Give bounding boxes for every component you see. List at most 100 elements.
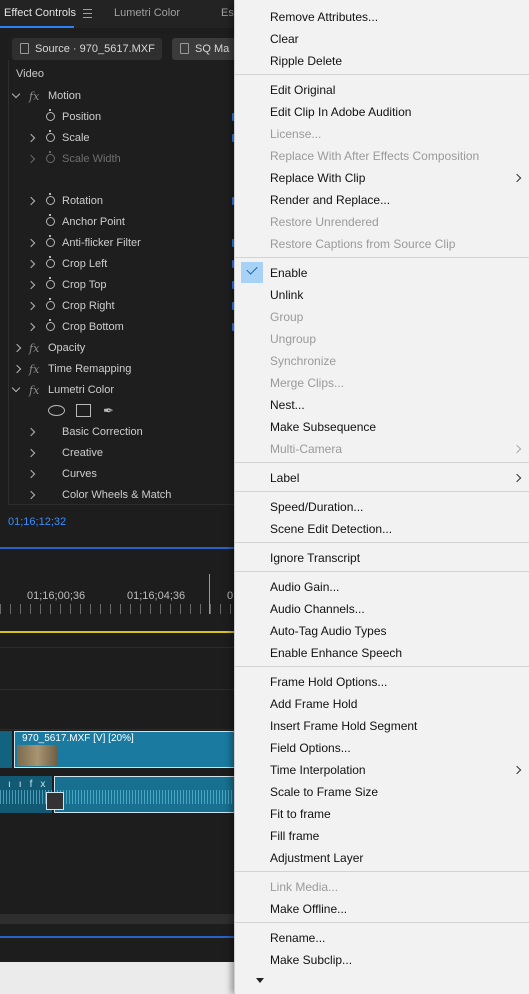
effect-lumetri-color[interactable]: fx Lumetri Color bbox=[8, 380, 234, 401]
timeline-scrollbar[interactable] bbox=[0, 914, 240, 924]
stopwatch-icon[interactable] bbox=[46, 319, 55, 331]
fx-icon[interactable]: fx bbox=[29, 338, 39, 359]
tab-lumetri-color[interactable]: Lumetri Color bbox=[114, 0, 180, 28]
menu-item-replace-with-clip[interactable]: Replace With Clip bbox=[235, 167, 529, 189]
menu-item-restore-captions: Restore Captions from Source Clip bbox=[235, 233, 529, 255]
chevron-right-icon bbox=[512, 173, 522, 183]
menu-item-frame-hold-options[interactable]: Frame Hold Options... bbox=[235, 671, 529, 693]
menu-item-edit-original[interactable]: Edit Original bbox=[235, 79, 529, 101]
fx-icon[interactable]: fx bbox=[29, 380, 39, 401]
video-clip-previous[interactable] bbox=[0, 731, 12, 768]
timeline-ruler[interactable] bbox=[0, 549, 240, 629]
menu-item-speed-duration[interactable]: Speed/Duration... bbox=[235, 496, 529, 518]
menu-item-audio-gain[interactable]: Audio Gain... bbox=[235, 576, 529, 598]
chevron-down-icon[interactable] bbox=[12, 86, 22, 107]
menu-item-enhance-speech[interactable]: Enable Enhance Speech bbox=[235, 642, 529, 664]
ellipse-mask-icon[interactable] bbox=[48, 405, 65, 416]
menu-item-make-subsequence[interactable]: Make Subsequence bbox=[235, 416, 529, 438]
pen-mask-icon[interactable]: ✒ bbox=[103, 403, 114, 419]
menu-item-license: License... bbox=[235, 123, 529, 145]
property-crop-bottom[interactable]: Crop Bottom bbox=[8, 317, 234, 338]
work-area-bar[interactable] bbox=[0, 631, 240, 633]
lumetri-basic-correction[interactable]: Basic Correction bbox=[8, 422, 234, 443]
property-scale[interactable]: Scale bbox=[8, 128, 234, 149]
menu-item-fill-frame[interactable]: Fill frame bbox=[235, 825, 529, 847]
effect-time-remapping[interactable]: fx Time Remapping bbox=[8, 359, 234, 380]
chevron-right-icon[interactable] bbox=[26, 128, 36, 149]
menu-item-ignore-transcript[interactable]: Ignore Transcript bbox=[235, 547, 529, 569]
menu-item-insert-frame-hold[interactable]: Insert Frame Hold Segment bbox=[235, 715, 529, 737]
stopwatch-icon[interactable] bbox=[46, 193, 55, 205]
stopwatch-icon[interactable] bbox=[46, 256, 55, 268]
playhead[interactable] bbox=[209, 574, 210, 614]
menu-item-adjustment-layer[interactable]: Adjustment Layer bbox=[235, 847, 529, 869]
current-timecode[interactable]: 01;16;12;32 bbox=[8, 516, 66, 528]
menu-scroll-down-icon[interactable] bbox=[256, 978, 264, 983]
effect-motion[interactable]: fx Motion bbox=[8, 86, 234, 107]
menu-item-field-options[interactable]: Field Options... bbox=[235, 737, 529, 759]
property-crop-left[interactable]: Crop Left bbox=[8, 254, 234, 275]
chevron-right-icon[interactable] bbox=[26, 275, 36, 296]
tab-essential[interactable]: Es bbox=[221, 0, 234, 28]
property-scale-width: Scale Width bbox=[8, 149, 234, 170]
menu-item-fit-to-frame[interactable]: Fit to frame bbox=[235, 803, 529, 825]
audio-transition[interactable] bbox=[46, 792, 64, 810]
lumetri-creative[interactable]: Creative bbox=[8, 443, 234, 464]
property-crop-right[interactable]: Crop Right bbox=[8, 296, 234, 317]
chevron-right-icon[interactable] bbox=[26, 317, 36, 338]
stopwatch-icon[interactable] bbox=[46, 235, 55, 247]
menu-item-replace-with-ae-comp: Replace With After Effects Composition bbox=[235, 145, 529, 167]
menu-item-rename[interactable]: Rename... bbox=[235, 927, 529, 949]
chevron-right-icon[interactable] bbox=[26, 296, 36, 317]
property-anti-flicker[interactable]: Anti-flicker Filter bbox=[8, 233, 234, 254]
property-rotation[interactable]: Rotation bbox=[8, 191, 234, 212]
menu-item-enable[interactable]: Enable bbox=[235, 262, 529, 284]
property-anchor-point[interactable]: Anchor Point bbox=[8, 212, 234, 233]
chevron-right-icon[interactable] bbox=[26, 485, 36, 506]
effect-opacity[interactable]: fx Opacity bbox=[8, 338, 234, 359]
menu-item-time-interpolation[interactable]: Time Interpolation bbox=[235, 759, 529, 781]
stopwatch-icon[interactable] bbox=[46, 130, 55, 142]
sequence-clip-label: SQ Ma bbox=[195, 43, 230, 55]
source-clip-tab[interactable]: Source · 970_5617.MXF bbox=[12, 38, 162, 60]
chevron-right-icon[interactable] bbox=[26, 191, 36, 212]
stopwatch-icon[interactable] bbox=[46, 298, 55, 310]
tab-effect-controls[interactable]: Effect Controls bbox=[4, 0, 76, 28]
menu-item-ripple-delete[interactable]: Ripple Delete bbox=[235, 50, 529, 72]
property-crop-top[interactable]: Crop Top bbox=[8, 275, 234, 296]
stopwatch-icon[interactable] bbox=[46, 277, 55, 289]
menu-item-audio-channels[interactable]: Audio Channels... bbox=[235, 598, 529, 620]
lumetri-color-wheels[interactable]: Color Wheels & Match bbox=[8, 485, 234, 506]
chevron-right-icon[interactable] bbox=[12, 359, 22, 380]
menu-item-make-subclip[interactable]: Make Subclip... bbox=[235, 949, 529, 971]
menu-item-nest[interactable]: Nest... bbox=[235, 394, 529, 416]
menu-item-scale-to-frame-size[interactable]: Scale to Frame Size bbox=[235, 781, 529, 803]
menu-item-scene-edit-detection[interactable]: Scene Edit Detection... bbox=[235, 518, 529, 540]
chevron-right-icon[interactable] bbox=[26, 422, 36, 443]
menu-item-edit-in-audition[interactable]: Edit Clip In Adobe Audition bbox=[235, 101, 529, 123]
menu-item-render-and-replace[interactable]: Render and Replace... bbox=[235, 189, 529, 211]
lumetri-curves[interactable]: Curves bbox=[8, 464, 234, 485]
active-tab-indicator bbox=[0, 26, 74, 28]
chevron-right-icon[interactable] bbox=[26, 443, 36, 464]
stopwatch-icon[interactable] bbox=[46, 109, 55, 121]
menu-item-label-submenu[interactable]: Label bbox=[235, 467, 529, 489]
chevron-right-icon[interactable] bbox=[26, 254, 36, 275]
chevron-right-icon[interactable] bbox=[26, 233, 36, 254]
menu-item-make-offline[interactable]: Make Offline... bbox=[235, 898, 529, 920]
stopwatch-icon[interactable] bbox=[46, 214, 55, 226]
chevron-down-icon[interactable] bbox=[12, 380, 22, 401]
chevron-right-icon[interactable] bbox=[26, 464, 36, 485]
menu-item-clear[interactable]: Clear bbox=[235, 28, 529, 50]
property-position[interactable]: Position bbox=[8, 107, 234, 128]
menu-item-auto-tag-audio[interactable]: Auto-Tag Audio Types bbox=[235, 620, 529, 642]
chevron-right-icon[interactable] bbox=[12, 338, 22, 359]
rectangle-mask-icon[interactable] bbox=[76, 404, 91, 417]
panel-menu-icon[interactable] bbox=[83, 9, 92, 18]
chevron-right-icon bbox=[26, 149, 36, 170]
menu-item-remove-attributes[interactable]: Remove Attributes... bbox=[235, 6, 529, 28]
menu-item-add-frame-hold[interactable]: Add Frame Hold bbox=[235, 693, 529, 715]
fx-icon[interactable]: fx bbox=[29, 86, 39, 107]
menu-item-unlink[interactable]: Unlink bbox=[235, 284, 529, 306]
menu-item-label: Label bbox=[270, 471, 300, 485]
